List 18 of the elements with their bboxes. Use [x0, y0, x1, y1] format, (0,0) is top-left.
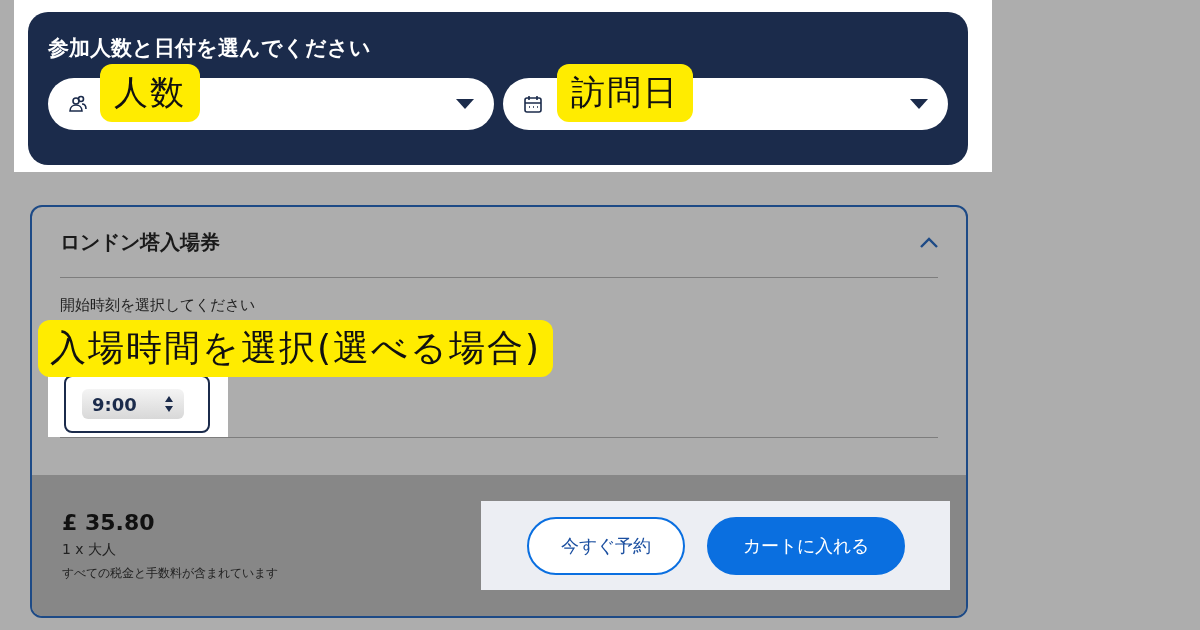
ticket-title: ロンドン塔入場券 [60, 228, 220, 256]
price: £ 35.80 [62, 509, 156, 535]
stepper-icon [164, 395, 174, 413]
quantity-text: 1 x 大人 [62, 540, 118, 559]
time-select[interactable]: 9:00 [82, 389, 184, 419]
callout-label: 訪問日 [557, 64, 693, 122]
caret-icon [455, 99, 474, 109]
add-to-cart-button[interactable]: カートに入れる [706, 516, 905, 575]
time-label: 開始時刻を選択してください [60, 296, 256, 315]
calendar-icon [522, 94, 543, 114]
panel-title: 参加人数と日付を選んでください [48, 35, 372, 62]
callout-label: 人数 [100, 64, 200, 122]
people-icon [68, 94, 88, 114]
caret-icon [910, 99, 928, 109]
tax-note: すべての税金と手数料が含まれています [62, 564, 278, 582]
callout-label: 入場時間を選択(選べる場合) [38, 320, 554, 377]
chevron-up-icon[interactable] [920, 236, 938, 248]
book-now-button[interactable]: 今すぐ予約 [526, 516, 685, 575]
